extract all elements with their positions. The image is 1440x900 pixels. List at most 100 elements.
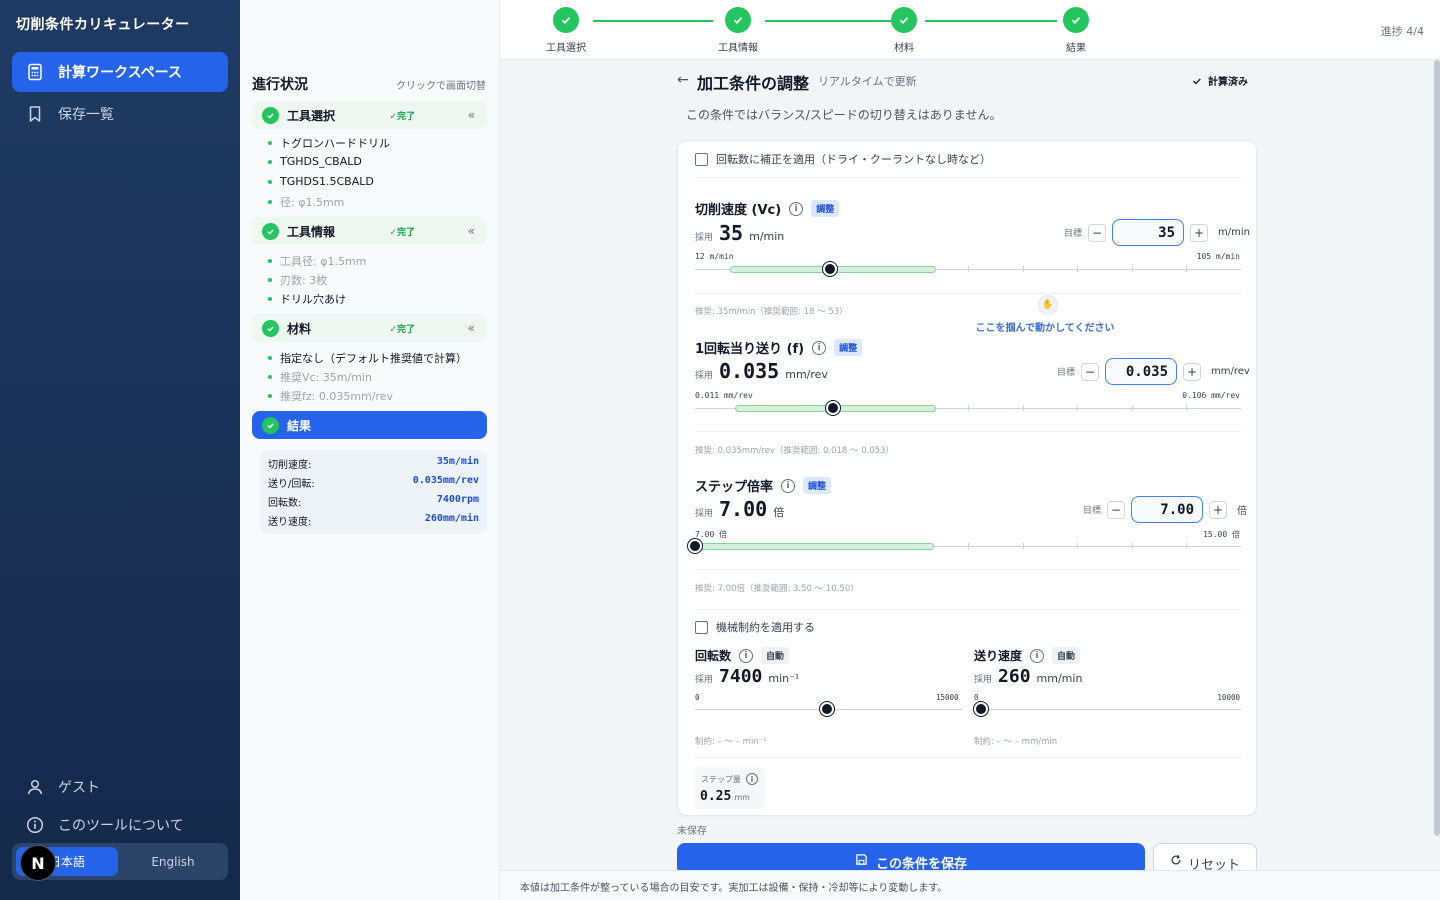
nav-guest[interactable]: ゲスト [12, 767, 228, 807]
decrement-button[interactable]: − [1081, 362, 1100, 381]
unsaved-status: 未保存 [677, 826, 707, 837]
slider-tick [1186, 543, 1188, 549]
progress-step-tool-info[interactable]: 工具情報 ✓完了 « [252, 217, 487, 245]
decrement-button[interactable]: − [1107, 500, 1126, 519]
progress-step-label: 工具選択 [287, 108, 336, 123]
info-icon[interactable]: i [739, 648, 754, 663]
slider-thumb[interactable] [819, 702, 834, 716]
f-target-input[interactable]: 0.035 [1105, 358, 1178, 385]
check-icon [561, 17, 571, 24]
progress-panel: 進行状況 クリックで画面切替 工具選択 ✓完了 « トグロンハードドリル TGH… [240, 0, 500, 900]
scrollbar[interactable] [1434, 60, 1440, 836]
vc-target-input[interactable]: 35 [1112, 219, 1185, 246]
step-ratio-adopted: 採用 7.00 倍 [695, 497, 785, 521]
decrement-button[interactable]: − [1088, 223, 1107, 242]
divider [695, 757, 1241, 758]
done-badge: ✓完了 [389, 324, 415, 335]
slider-thumb[interactable] [823, 262, 838, 276]
conditions-card: 回転数に補正を適用（ドライ・クーラントなし時など） 切削速度 (Vc) i 調整… [677, 140, 1257, 816]
f-slider[interactable] [695, 398, 1241, 418]
step-amount-value: 0.25 [700, 789, 732, 804]
machine-limit-checkbox[interactable]: 機械制約を適用する [695, 619, 815, 635]
checkbox[interactable] [695, 620, 708, 634]
collapse-icon[interactable]: « [468, 108, 475, 122]
rpm-correction-checkbox[interactable]: 回転数に補正を適用（ドライ・クーラントなし時など） [695, 151, 991, 167]
increment-button[interactable]: + [1209, 500, 1228, 519]
divider [695, 609, 1241, 610]
progress-step-result[interactable]: 結果 [252, 411, 487, 439]
wizard-step-4[interactable] [1063, 7, 1089, 33]
slider-tick [1077, 405, 1079, 411]
nav-label: 計算ワークスペース [58, 65, 182, 81]
step-connector [593, 20, 713, 22]
nav-label: 保存一覧 [58, 107, 114, 123]
feed-title: 送り速度 i 自動 [974, 647, 1081, 664]
slider-tick [968, 405, 969, 411]
progress-step-tool-select[interactable]: 工具選択 ✓完了 « [252, 101, 487, 129]
progress-counter: 進捗 4/4 [1380, 25, 1424, 38]
slider-tick [1186, 405, 1188, 411]
progress-item: 径: φ1.5mm [268, 194, 344, 210]
progress-step-material[interactable]: 材料 ✓完了 « [252, 314, 487, 342]
feed-slider[interactable] [973, 699, 1241, 719]
back-arrow-icon[interactable]: ← [677, 72, 689, 88]
slider-track [974, 709, 1241, 710]
summary-row: 回転数: 7400rpm [268, 494, 479, 509]
progress-step-label: 工具情報 [287, 224, 336, 239]
rpm-limit: 制約: – 〜 – min⁻¹ [695, 737, 767, 747]
slider-tick [1131, 405, 1133, 411]
auto-badge: 自動 [761, 647, 790, 664]
wizard-step-3[interactable] [891, 7, 917, 33]
summary-row: 送り/回転: 0.035mm/rev [268, 475, 479, 490]
collapse-icon[interactable]: « [468, 321, 475, 335]
increment-button[interactable]: + [1190, 223, 1209, 242]
check-icon [899, 17, 909, 24]
divider [695, 431, 1241, 432]
check-icon [733, 17, 743, 24]
progress-item: 刃数: 3枚 [268, 272, 327, 288]
progress-item: ドリル穴あけ [268, 291, 346, 307]
progress-item: トグロンハードドリル [268, 135, 390, 151]
result-summary: 切削速度: 35m/min 送り/回転: 0.035mm/rev 回転数: 7400r… [260, 450, 487, 534]
vc-target: 目標 − 35 + m/min [1064, 219, 1250, 246]
check-circle-icon [262, 416, 279, 434]
rpm-slider[interactable] [695, 699, 962, 719]
step-connector [925, 20, 1057, 22]
check-circle-icon [262, 222, 279, 240]
main-content: ← 加工条件の調整 リアルタイムで更新 計算済み この条件ではバランス/スピード… [500, 60, 1440, 875]
vc-slider[interactable] [695, 259, 1241, 279]
slider-thumb[interactable] [688, 539, 702, 553]
slider-tick [1022, 266, 1024, 272]
wizard-step-label: 材料 [894, 43, 914, 54]
increment-button[interactable]: + [1183, 362, 1202, 381]
save-icon [856, 854, 867, 865]
divider [695, 177, 1241, 178]
progress-item: 推奨Vc: 35m/min [268, 369, 372, 385]
info-icon[interactable]: i [812, 340, 827, 355]
step-ratio-target-input[interactable]: 7.00 [1131, 496, 1204, 523]
rpm-adopted: 採用 7400 min⁻¹ [695, 666, 800, 687]
wizard-step-1[interactable] [553, 7, 579, 33]
info-icon[interactable]: i [746, 773, 758, 785]
n-logo-icon[interactable]: N [20, 845, 56, 881]
info-icon[interactable]: i [1030, 648, 1045, 663]
collapse-icon[interactable]: « [468, 224, 475, 238]
page-title: 加工条件の調整 [697, 74, 810, 93]
checkbox[interactable] [695, 152, 708, 166]
info-icon[interactable]: i [789, 201, 804, 216]
user-icon [27, 779, 43, 795]
slider-tick [1131, 543, 1133, 549]
nav-calc-workspace[interactable]: 計算ワークスペース [12, 52, 228, 92]
slider-thumb[interactable] [825, 401, 840, 415]
nav-about[interactable]: このツールについて [12, 805, 228, 845]
wizard-step-2[interactable] [725, 7, 751, 33]
info-icon[interactable]: i [781, 478, 796, 493]
nav-saved-list[interactable]: 保存一覧 [12, 94, 228, 134]
lang-en-button[interactable]: English [122, 847, 224, 876]
step-amount-box: ステップ量 i 0.25 mm [695, 767, 765, 809]
progress-item: 推奨fz: 0.035mm/rev [268, 388, 393, 404]
slider-thumb[interactable] [973, 702, 988, 716]
summary-row: 切削速度: 35m/min [268, 456, 479, 471]
f-adopted: 採用 0.035 mm/rev [695, 359, 828, 383]
step-ratio-slider[interactable] [688, 536, 1241, 556]
